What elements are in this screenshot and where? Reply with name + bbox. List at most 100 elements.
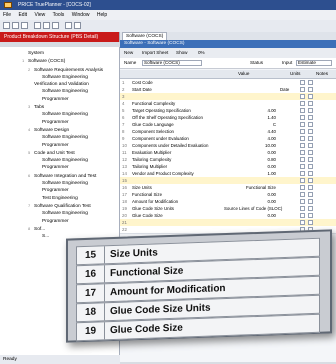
- row-flag-checkbox[interactable]: [308, 87, 313, 92]
- row-value[interactable]: 0.00: [224, 198, 276, 205]
- row-flag-checkbox[interactable]: [308, 143, 313, 148]
- row-value[interactable]: 4.00: [224, 107, 276, 114]
- tree-item[interactable]: Programmer: [0, 187, 120, 194]
- undo-icon[interactable]: [65, 22, 72, 29]
- show-button[interactable]: Show: [176, 48, 188, 58]
- tree-item[interactable]: Software Engineering: [0, 157, 120, 164]
- row-flag-checkbox[interactable]: [308, 185, 313, 190]
- row-value[interactable]: Functional Size: [224, 184, 276, 191]
- tree-item[interactable]: Programmer: [0, 119, 120, 126]
- row-flag-checkbox[interactable]: [308, 171, 313, 176]
- open-folder-icon[interactable]: [12, 22, 19, 29]
- tab-software-cocs[interactable]: Software (COCS): [122, 32, 168, 40]
- row-value[interactable]: 1.00: [224, 170, 276, 177]
- tree-item[interactable]: Software Engineering: [0, 210, 120, 217]
- row-note-checkbox[interactable]: [300, 192, 305, 197]
- menu-tools[interactable]: Tools: [50, 12, 68, 18]
- row-note-checkbox[interactable]: [300, 136, 305, 141]
- row-note-checkbox[interactable]: [300, 101, 305, 106]
- row-value[interactable]: 4.40: [224, 128, 276, 135]
- row-value[interactable]: 1.40: [224, 114, 276, 121]
- tree-item[interactable]: 1 Software (COCS): [0, 57, 120, 65]
- tree-item[interactable]: System: [0, 50, 120, 57]
- menu-help[interactable]: Help: [94, 12, 110, 18]
- row-note-checkbox[interactable]: [300, 108, 305, 113]
- tree-item[interactable]: Programmer: [0, 218, 120, 225]
- tree-item[interactable]: Programmer: [0, 96, 120, 103]
- new-file-icon[interactable]: [3, 22, 10, 29]
- name-bar: Name Software (COCS) Status Input Estima…: [120, 58, 336, 69]
- row-flag-checkbox[interactable]: [308, 101, 313, 106]
- row-flag-checkbox[interactable]: [308, 192, 313, 197]
- row-note-checkbox[interactable]: [300, 143, 305, 148]
- tree-item[interactable]: Software Engineering: [0, 74, 120, 81]
- row-value[interactable]: 10.00: [224, 142, 276, 149]
- tree-item[interactable]: Verification and Validation: [0, 81, 120, 88]
- import-sheet-button[interactable]: Import Sheet: [142, 48, 168, 58]
- row-flag-checkbox[interactable]: [308, 164, 313, 169]
- tree-item[interactable]: 3 Tabs: [0, 103, 120, 111]
- row-note-checkbox[interactable]: [300, 115, 305, 120]
- row-note-checkbox[interactable]: [300, 164, 305, 169]
- row-flag-checkbox[interactable]: [308, 94, 313, 99]
- row-note-checkbox[interactable]: [300, 199, 305, 204]
- row-flag-checkbox[interactable]: [308, 199, 313, 204]
- paste-icon[interactable]: [52, 22, 59, 29]
- row-flag-checkbox[interactable]: [308, 122, 313, 127]
- tree-item[interactable]: 6 Software Integration and Test: [0, 172, 120, 180]
- menu-view[interactable]: View: [31, 12, 48, 18]
- row-flag-checkbox[interactable]: [308, 206, 313, 211]
- row-note-checkbox[interactable]: [300, 157, 305, 162]
- row-flag-checkbox[interactable]: [308, 213, 313, 218]
- row-value[interactable]: 0.00: [224, 149, 276, 156]
- redo-icon[interactable]: [74, 22, 81, 29]
- row-note-checkbox[interactable]: [300, 129, 305, 134]
- save-icon[interactable]: [21, 22, 28, 29]
- menu-window[interactable]: Window: [69, 12, 93, 18]
- row-value[interactable]: 0.00: [224, 163, 276, 170]
- row-note-checkbox[interactable]: [300, 171, 305, 176]
- tree-item[interactable]: Software Engineering: [0, 88, 120, 95]
- row-note-checkbox[interactable]: [300, 122, 305, 127]
- row-note-checkbox[interactable]: [300, 178, 305, 183]
- row-note-checkbox[interactable]: [300, 185, 305, 190]
- row-flag-checkbox[interactable]: [308, 80, 313, 85]
- tree-item[interactable]: 4 Software Design: [0, 126, 120, 134]
- row-value[interactable]: C: [224, 121, 276, 128]
- row-flag-checkbox[interactable]: [308, 115, 313, 120]
- row-note-checkbox[interactable]: [300, 213, 305, 218]
- row-value[interactable]: 0.00: [224, 191, 276, 198]
- tree-item[interactable]: 5 Code and Unit Test: [0, 149, 120, 157]
- copy-icon[interactable]: [43, 22, 50, 29]
- row-flag-checkbox[interactable]: [308, 136, 313, 141]
- tree-item[interactable]: Programmer: [0, 142, 120, 149]
- row-value[interactable]: 0.80: [224, 156, 276, 163]
- row-note-checkbox[interactable]: [300, 220, 305, 225]
- menu-file[interactable]: File: [0, 12, 14, 18]
- row-flag-checkbox[interactable]: [308, 178, 313, 183]
- tree-item[interactable]: Test Engineering: [0, 195, 120, 202]
- tree-item[interactable]: 8 Sof...: [0, 225, 120, 233]
- row-note-checkbox[interactable]: [300, 87, 305, 92]
- row-flag-checkbox[interactable]: [308, 157, 313, 162]
- row-note-checkbox[interactable]: [300, 80, 305, 85]
- row-flag-checkbox[interactable]: [308, 220, 313, 225]
- row-note-checkbox[interactable]: [300, 94, 305, 99]
- row-flag-checkbox[interactable]: [308, 150, 313, 155]
- cut-icon[interactable]: [34, 22, 41, 29]
- tree-item[interactable]: Software Engineering: [0, 180, 120, 187]
- row-flag-checkbox[interactable]: [308, 108, 313, 113]
- row-value[interactable]: Source Lines of Code (SLOC): [224, 205, 282, 212]
- row-value[interactable]: 0.00: [224, 212, 276, 219]
- row-note-checkbox[interactable]: [300, 206, 305, 211]
- row-flag-checkbox[interactable]: [308, 129, 313, 134]
- tree-item[interactable]: Software Engineering: [0, 111, 120, 118]
- menu-edit[interactable]: Edit: [15, 12, 30, 18]
- tree-item[interactable]: 7 Software Qualification Test: [0, 202, 120, 210]
- new-button[interactable]: New: [124, 48, 133, 58]
- row-value[interactable]: 4.00: [224, 135, 276, 142]
- tree-item[interactable]: Programmer: [0, 164, 120, 171]
- tree-item[interactable]: Software Engineering: [0, 134, 120, 141]
- tree-item[interactable]: 2 Software Requirements Analysis: [0, 66, 120, 74]
- row-note-checkbox[interactable]: [300, 150, 305, 155]
